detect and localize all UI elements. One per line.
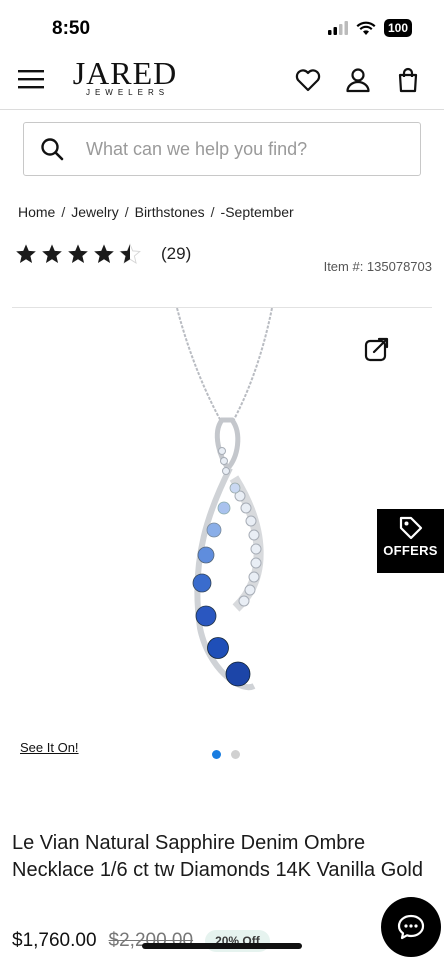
see-it-on-link[interactable]: See It On!	[20, 740, 79, 755]
search-bar[interactable]	[23, 122, 421, 176]
breadcrumb-birthstones[interactable]: Birthstones	[135, 204, 205, 220]
star-half-icon	[119, 243, 141, 264]
star-full-icon	[68, 244, 88, 263]
menu-icon[interactable]	[18, 68, 44, 90]
search-icon[interactable]	[40, 137, 64, 161]
home-indicator	[142, 943, 302, 949]
brand-logo[interactable]: JARED JEWELERS	[64, 56, 186, 97]
star-full-icon	[42, 244, 62, 263]
gallery-dot-1[interactable]	[212, 750, 221, 759]
tag-icon	[399, 516, 422, 540]
gallery-pagination	[212, 750, 240, 759]
breadcrumb-separator: /	[210, 204, 215, 220]
product-title: Le Vian Natural Sapphire Denim Ombre Nec…	[12, 832, 423, 881]
chat-button[interactable]	[381, 897, 441, 957]
item-number: Item #: 135078703	[323, 259, 432, 274]
signal-icon	[327, 21, 348, 35]
chat-icon	[397, 914, 425, 940]
review-count[interactable]: (29)	[161, 244, 191, 264]
breadcrumb: Home / Jewelry / Birthstones / -Septembe…	[18, 204, 294, 220]
header-actions	[294, 66, 422, 94]
breadcrumb-september[interactable]: -September	[221, 204, 294, 220]
gallery-dot-2[interactable]	[231, 750, 240, 759]
star-full-icon	[16, 244, 36, 263]
site-header: JARED JEWELERS	[0, 56, 444, 110]
product-image[interactable]	[150, 308, 300, 698]
rating-stars	[15, 243, 141, 265]
star-full-icon	[94, 244, 114, 263]
offers-label: OFFERS	[383, 543, 438, 558]
logo-main-text: JARED	[72, 55, 178, 91]
breadcrumb-separator: /	[61, 204, 66, 220]
status-bar: 8:50 100	[0, 0, 444, 56]
breadcrumb-jewelry[interactable]: Jewelry	[71, 204, 118, 220]
battery-indicator: 100	[383, 19, 412, 37]
sale-price: $1,760.00	[12, 930, 97, 951]
offers-tab[interactable]: OFFERS	[377, 509, 444, 573]
share-icon[interactable]	[364, 336, 390, 362]
status-icons: 100	[327, 19, 412, 37]
account-icon[interactable]	[344, 66, 372, 94]
wifi-icon	[356, 21, 376, 35]
breadcrumb-home[interactable]: Home	[18, 204, 55, 220]
status-time: 8:50	[52, 18, 91, 39]
bag-icon[interactable]	[394, 66, 422, 94]
product-rating[interactable]: (29)	[15, 243, 191, 265]
search-input[interactable]	[86, 138, 406, 160]
heart-icon[interactable]	[294, 66, 322, 94]
breadcrumb-separator: /	[124, 204, 129, 220]
